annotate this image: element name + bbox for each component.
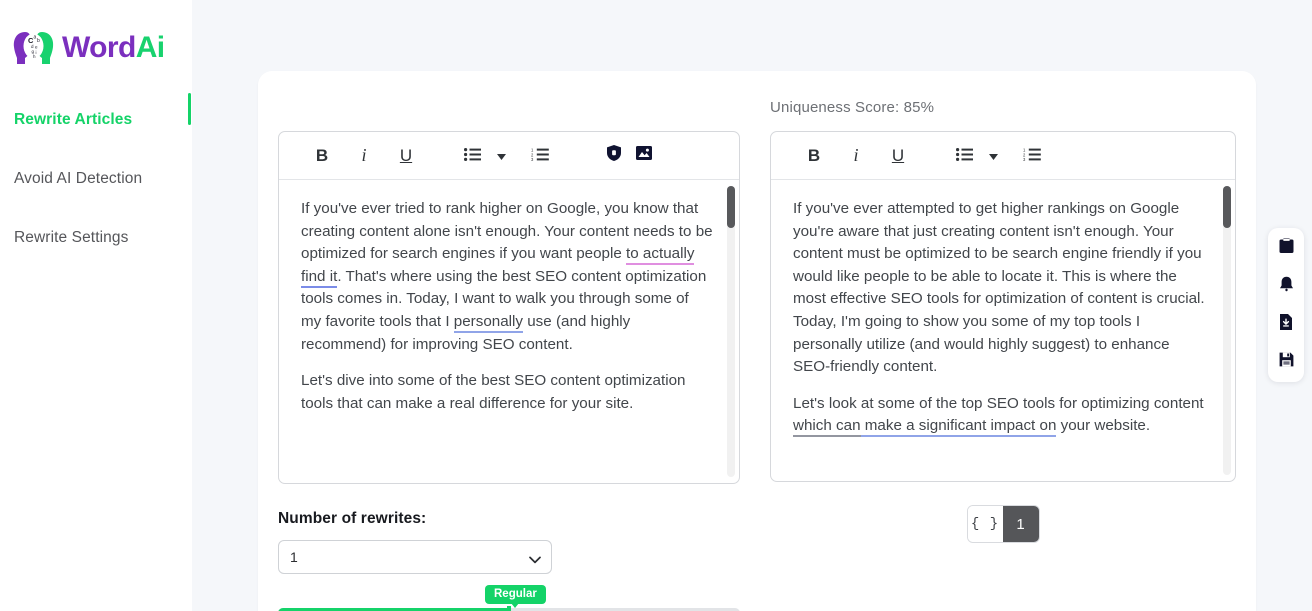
source-scrollbar-thumb[interactable]	[727, 186, 735, 228]
sidebar-item-avoid-ai-detection[interactable]: Avoid AI Detection	[0, 161, 192, 197]
result-paragraph-2: Let's look at some of the top SEO tools …	[793, 393, 1209, 438]
result-underline-button[interactable]: U	[877, 139, 919, 173]
italic-button[interactable]: i	[343, 139, 385, 173]
source-highlight-pink: to actually	[626, 245, 695, 266]
brand-word-part: Word	[62, 31, 136, 64]
sidebar-item-rewrite-settings[interactable]: Rewrite Settings	[0, 220, 192, 256]
clipboard-paste-icon	[1279, 237, 1294, 259]
bullet-list-icon	[463, 146, 481, 166]
bell-notification-icon	[1279, 276, 1294, 297]
source-column: B i U 1 2 3 If you've ever tried to rank…	[278, 99, 740, 611]
number-of-rewrites-label: Number of rewrites:	[278, 510, 427, 527]
number-of-rewrites-control[interactable]: 1	[278, 540, 552, 574]
insert-image-button[interactable]	[629, 139, 659, 173]
source-editor-body[interactable]: If you've ever tried to rank higher on G…	[279, 180, 739, 483]
result-column: Uniqueness Score: 85% B i U 1 2 3 If you…	[770, 99, 1236, 611]
source-editor[interactable]: B i U 1 2 3 If you've ever tried to rank…	[278, 131, 740, 484]
view-code-button[interactable]: { }	[967, 506, 1003, 542]
app-root: C a b d e g i h WordAi Rewrite Articles …	[0, 0, 1312, 611]
result-bullet-list-dropdown-button[interactable]	[985, 139, 1001, 173]
main-content: B i U 1 2 3 If you've ever tried to rank…	[192, 0, 1312, 611]
result-scrollbar-thumb[interactable]	[1223, 186, 1231, 228]
clipboard-paste-button[interactable]	[1274, 236, 1298, 260]
result-text-run-2: your website.	[1056, 417, 1151, 435]
result-editor-body[interactable]: If you've ever attempted to get higher r…	[771, 180, 1235, 481]
svg-text:i: i	[36, 50, 37, 55]
protect-button[interactable]	[599, 139, 629, 173]
result-highlight-blue: make a significant impact on	[860, 417, 1057, 438]
file-download-icon	[1279, 313, 1293, 335]
result-editor[interactable]: B i U 1 2 3 If you've ever attempted to …	[770, 131, 1236, 482]
result-text-run-1: Let's look at some of the top SEO tools …	[793, 394, 1204, 412]
save-button[interactable]	[1274, 350, 1298, 374]
shield-protect-icon	[607, 145, 621, 166]
download-file-button[interactable]	[1274, 312, 1298, 336]
slider-value-badge: Regular	[485, 585, 546, 608]
page-button-1[interactable]: 1	[1002, 506, 1039, 542]
bold-button[interactable]: B	[301, 139, 343, 173]
source-highlight-personally: personally	[453, 312, 524, 333]
ordered-list-icon: 1 2 3	[1023, 146, 1041, 166]
source-editor-toolbar: B i U 1 2 3	[279, 132, 739, 180]
underline-button[interactable]: U	[385, 139, 427, 173]
result-paragraph-1: If you've ever attempted to get higher r…	[793, 200, 1205, 376]
save-disk-icon	[1279, 352, 1294, 372]
result-ordered-list-button[interactable]: 1 2 3	[1011, 139, 1053, 173]
slider-handle[interactable]	[507, 606, 511, 611]
source-paragraph-2: Let's dive into some of the best SEO con…	[301, 372, 686, 412]
sidebar-item-rewrite-articles[interactable]: Rewrite Articles	[0, 102, 192, 138]
brand-logo[interactable]: C a b d e g i h WordAi	[0, 14, 192, 76]
insert-image-icon	[636, 146, 652, 165]
number-of-rewrites-select[interactable]: 1	[278, 540, 552, 574]
result-bullet-list-button[interactable]	[943, 139, 985, 173]
workspace-card: B i U 1 2 3 If you've ever tried to rank…	[258, 71, 1256, 611]
bullet-list-button[interactable]	[451, 139, 493, 173]
brand-wordmark: WordAi	[62, 33, 165, 63]
svg-text:3: 3	[1023, 157, 1026, 161]
bullet-list-icon	[955, 146, 973, 166]
source-editor-scrollbar[interactable]	[727, 186, 735, 477]
result-editor-toolbar: B i U 1 2 3	[771, 132, 1235, 180]
result-highlight-gray: which can	[793, 417, 861, 438]
svg-text:3: 3	[531, 157, 534, 161]
svg-text:b: b	[37, 38, 40, 44]
source-highlight-blue: find it	[301, 267, 338, 288]
chevron-down-icon	[988, 147, 998, 165]
sidebar-active-indicator	[188, 93, 191, 125]
chevron-down-icon	[496, 147, 506, 165]
ordered-list-button[interactable]: 1 2 3	[519, 139, 561, 173]
sidebar: C a b d e g i h WordAi Rewrite Articles …	[0, 0, 192, 611]
left-score-spacer	[278, 99, 740, 131]
source-paragraph-1: If you've ever tried to rank higher on G…	[301, 198, 713, 356]
brand-ai-part: Ai	[135, 31, 165, 64]
bullet-list-dropdown-button[interactable]	[493, 139, 509, 173]
result-pagination: { } 1	[770, 506, 1236, 542]
wordai-heads-logo-icon: C a b d e g i h	[12, 25, 58, 71]
ordered-list-icon: 1 2 3	[531, 146, 549, 166]
uniqueness-score: Uniqueness Score: 85%	[770, 99, 935, 116]
result-bold-button[interactable]: B	[793, 139, 835, 173]
notifications-button[interactable]	[1274, 274, 1298, 298]
sidebar-nav: Rewrite Articles Avoid AI Detection Rewr…	[0, 102, 192, 256]
floating-action-toolbar	[1268, 228, 1304, 382]
pagination-group: { } 1	[967, 506, 1039, 542]
result-editor-scrollbar[interactable]	[1223, 186, 1231, 475]
result-italic-button[interactable]: i	[835, 139, 877, 173]
